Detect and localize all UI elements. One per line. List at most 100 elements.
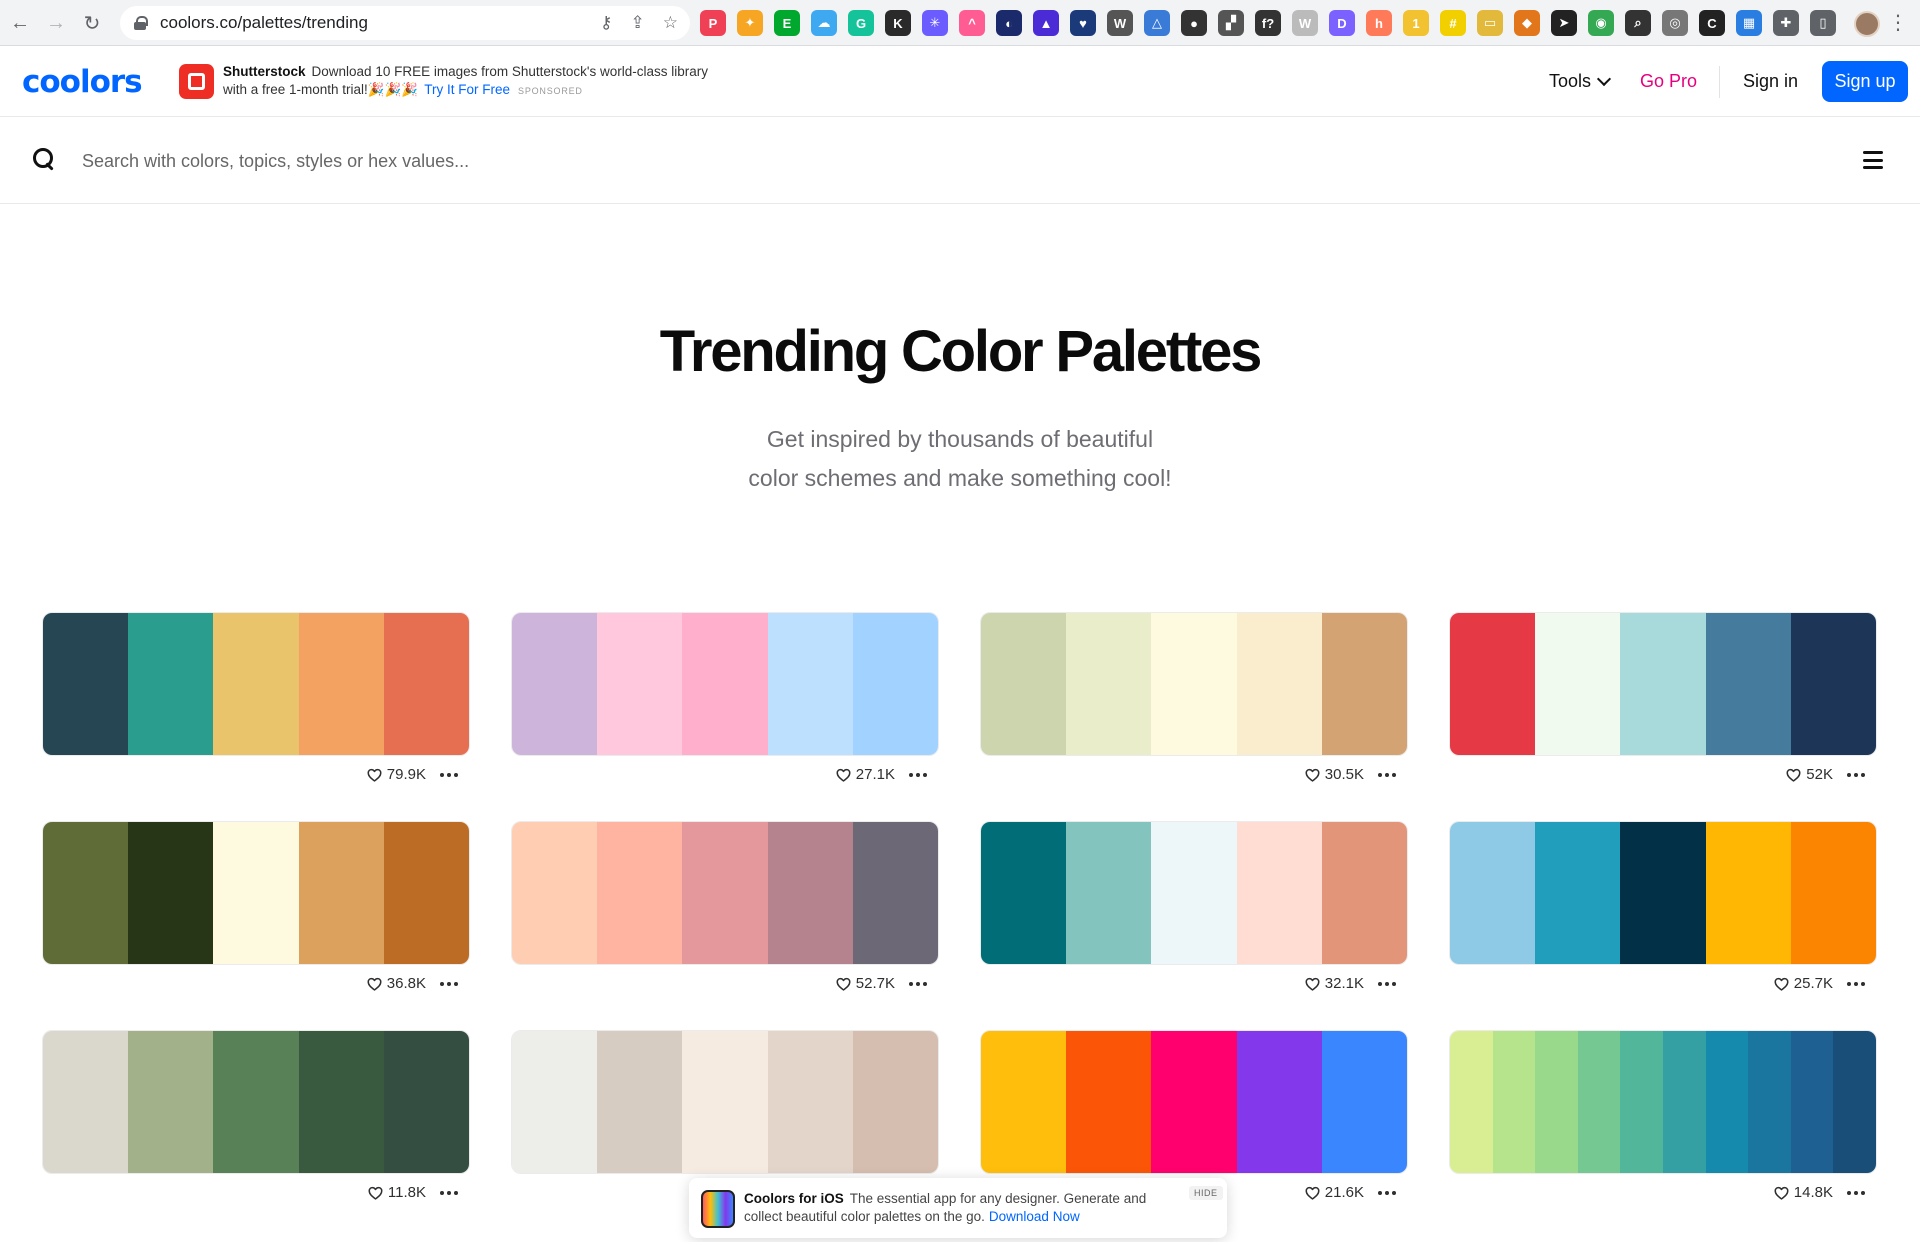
wordpress-icon[interactable]: W — [1107, 10, 1133, 36]
color-swatch[interactable] — [1450, 822, 1536, 964]
metamask-icon[interactable]: ◆ — [1514, 10, 1540, 36]
search-icon[interactable] — [33, 148, 55, 170]
like-button[interactable]: 27.1K — [836, 766, 895, 783]
hide-popup-button[interactable]: HIDE — [1189, 1186, 1223, 1200]
browser-menu-icon[interactable]: ⋮ — [1888, 10, 1908, 36]
tools-dropdown[interactable]: Tools — [1549, 71, 1612, 92]
color-swatch[interactable] — [1236, 822, 1322, 964]
palette-swatches[interactable] — [42, 612, 470, 756]
color-swatch[interactable] — [1535, 613, 1621, 755]
d-icon[interactable]: D — [1329, 10, 1355, 36]
color-swatch[interactable] — [852, 1031, 938, 1173]
color-swatch[interactable] — [1321, 822, 1407, 964]
hash-icon[interactable]: # — [1440, 10, 1466, 36]
palette-swatches[interactable] — [1449, 612, 1877, 756]
folder-icon[interactable]: ▭ — [1477, 10, 1503, 36]
color-swatch[interactable] — [1662, 1031, 1706, 1173]
heart-shield-icon[interactable]: ♥ — [1070, 10, 1096, 36]
color-swatch[interactable] — [1236, 1031, 1322, 1173]
color-swatch[interactable] — [597, 1031, 683, 1173]
color-swatch[interactable] — [1151, 613, 1237, 755]
color-swatch[interactable] — [1151, 1031, 1237, 1173]
color-swatch[interactable] — [1705, 822, 1791, 964]
like-button[interactable]: 14.8K — [1774, 1184, 1833, 1201]
profile-avatar[interactable] — [1854, 11, 1880, 37]
more-options-icon[interactable] — [1378, 1190, 1396, 1195]
color-swatch[interactable] — [512, 613, 598, 755]
palette-swatches[interactable] — [511, 821, 939, 965]
penguin-icon[interactable]: ● — [1181, 10, 1207, 36]
palette-card[interactable]: 25.7K — [1449, 821, 1877, 992]
color-swatch[interactable] — [43, 613, 129, 755]
triangle-icon[interactable]: △ — [1144, 10, 1170, 36]
color-swatch[interactable] — [1492, 1031, 1536, 1173]
sponsored-ad[interactable]: Shutterstock Download 10 FREE images from… — [223, 63, 723, 100]
color-swatch[interactable] — [1833, 1031, 1876, 1173]
color-swatch[interactable] — [512, 1031, 598, 1173]
more-options-icon[interactable] — [1847, 1190, 1865, 1195]
palette-card[interactable]: 52.7K — [511, 821, 939, 992]
color-swatch[interactable] — [1535, 1031, 1578, 1173]
more-options-icon[interactable] — [440, 1190, 458, 1195]
like-button[interactable]: 79.9K — [367, 766, 426, 783]
layout-icon[interactable]: ▦ — [1736, 10, 1762, 36]
color-swatch[interactable] — [981, 1031, 1067, 1173]
color-swatch[interactable] — [1535, 822, 1621, 964]
more-options-icon[interactable] — [1847, 772, 1865, 777]
more-options-icon[interactable] — [440, 981, 458, 986]
color-swatch[interactable] — [512, 822, 598, 964]
color-swatch[interactable] — [767, 822, 853, 964]
stairs-icon[interactable]: ▞ — [1218, 10, 1244, 36]
palette-swatches[interactable] — [511, 612, 939, 756]
palette-swatches[interactable] — [1449, 821, 1877, 965]
back-button[interactable]: ← — [2, 5, 38, 41]
half-moon-icon[interactable]: ◐ — [996, 10, 1022, 36]
color-swatch[interactable] — [1790, 1031, 1834, 1173]
palette-card[interactable]: 27.1K — [511, 612, 939, 783]
like-button[interactable]: 36.8K — [367, 975, 426, 992]
like-button[interactable]: 52K — [1786, 766, 1833, 783]
more-options-icon[interactable] — [1378, 981, 1396, 986]
evernote-icon[interactable]: E — [774, 10, 800, 36]
dropbox-icon[interactable]: ✦ — [737, 10, 763, 36]
palette-card[interactable]: 79.9K — [42, 612, 470, 783]
sidepanel-icon[interactable]: ▯ — [1810, 10, 1836, 36]
color-swatch[interactable] — [682, 822, 768, 964]
color-swatch[interactable] — [43, 822, 129, 964]
more-options-icon[interactable] — [1847, 981, 1865, 986]
color-swatch[interactable] — [1450, 613, 1536, 755]
color-swatch[interactable] — [383, 1031, 469, 1173]
download-now-link[interactable]: Download Now — [989, 1209, 1080, 1224]
more-options-icon[interactable] — [1378, 772, 1396, 777]
sign-up-button[interactable]: Sign up — [1822, 61, 1908, 102]
palette-card[interactable]: 32.1K — [980, 821, 1408, 992]
palette-swatches[interactable] — [42, 1030, 470, 1174]
color-swatch[interactable] — [767, 613, 853, 755]
color-swatch[interactable] — [1450, 1031, 1493, 1173]
palette-swatches[interactable] — [980, 821, 1408, 965]
w-box-icon[interactable]: W — [1292, 10, 1318, 36]
color-swatch[interactable] — [767, 1031, 853, 1173]
color-swatch[interactable] — [43, 1031, 129, 1173]
color-swatch[interactable] — [1620, 822, 1706, 964]
color-swatch[interactable] — [597, 822, 683, 964]
hubspot-icon[interactable]: h — [1366, 10, 1392, 36]
color-swatch[interactable] — [1790, 613, 1876, 755]
fx-icon[interactable]: f? — [1255, 10, 1281, 36]
palette-card[interactable]: 30.5K — [980, 612, 1408, 783]
palette-swatches[interactable] — [511, 1030, 939, 1174]
color-swatch[interactable] — [128, 822, 214, 964]
clickup-icon[interactable]: ^ — [959, 10, 985, 36]
palette-swatches[interactable] — [980, 1030, 1408, 1174]
palette-card[interactable]: 52K — [1449, 612, 1877, 783]
palette-card[interactable]: 14.8K — [1449, 1030, 1877, 1201]
color-swatch[interactable] — [1577, 1031, 1621, 1173]
color-swatch[interactable] — [597, 613, 683, 755]
share-icon[interactable]: ⇪ — [631, 13, 645, 33]
color-swatch[interactable] — [981, 822, 1067, 964]
more-options-icon[interactable] — [440, 772, 458, 777]
reload-button[interactable]: ↻ — [74, 5, 110, 41]
color-swatch[interactable] — [1236, 613, 1322, 755]
color-swatch[interactable] — [1321, 1031, 1407, 1173]
palette-swatches[interactable] — [1449, 1030, 1877, 1174]
